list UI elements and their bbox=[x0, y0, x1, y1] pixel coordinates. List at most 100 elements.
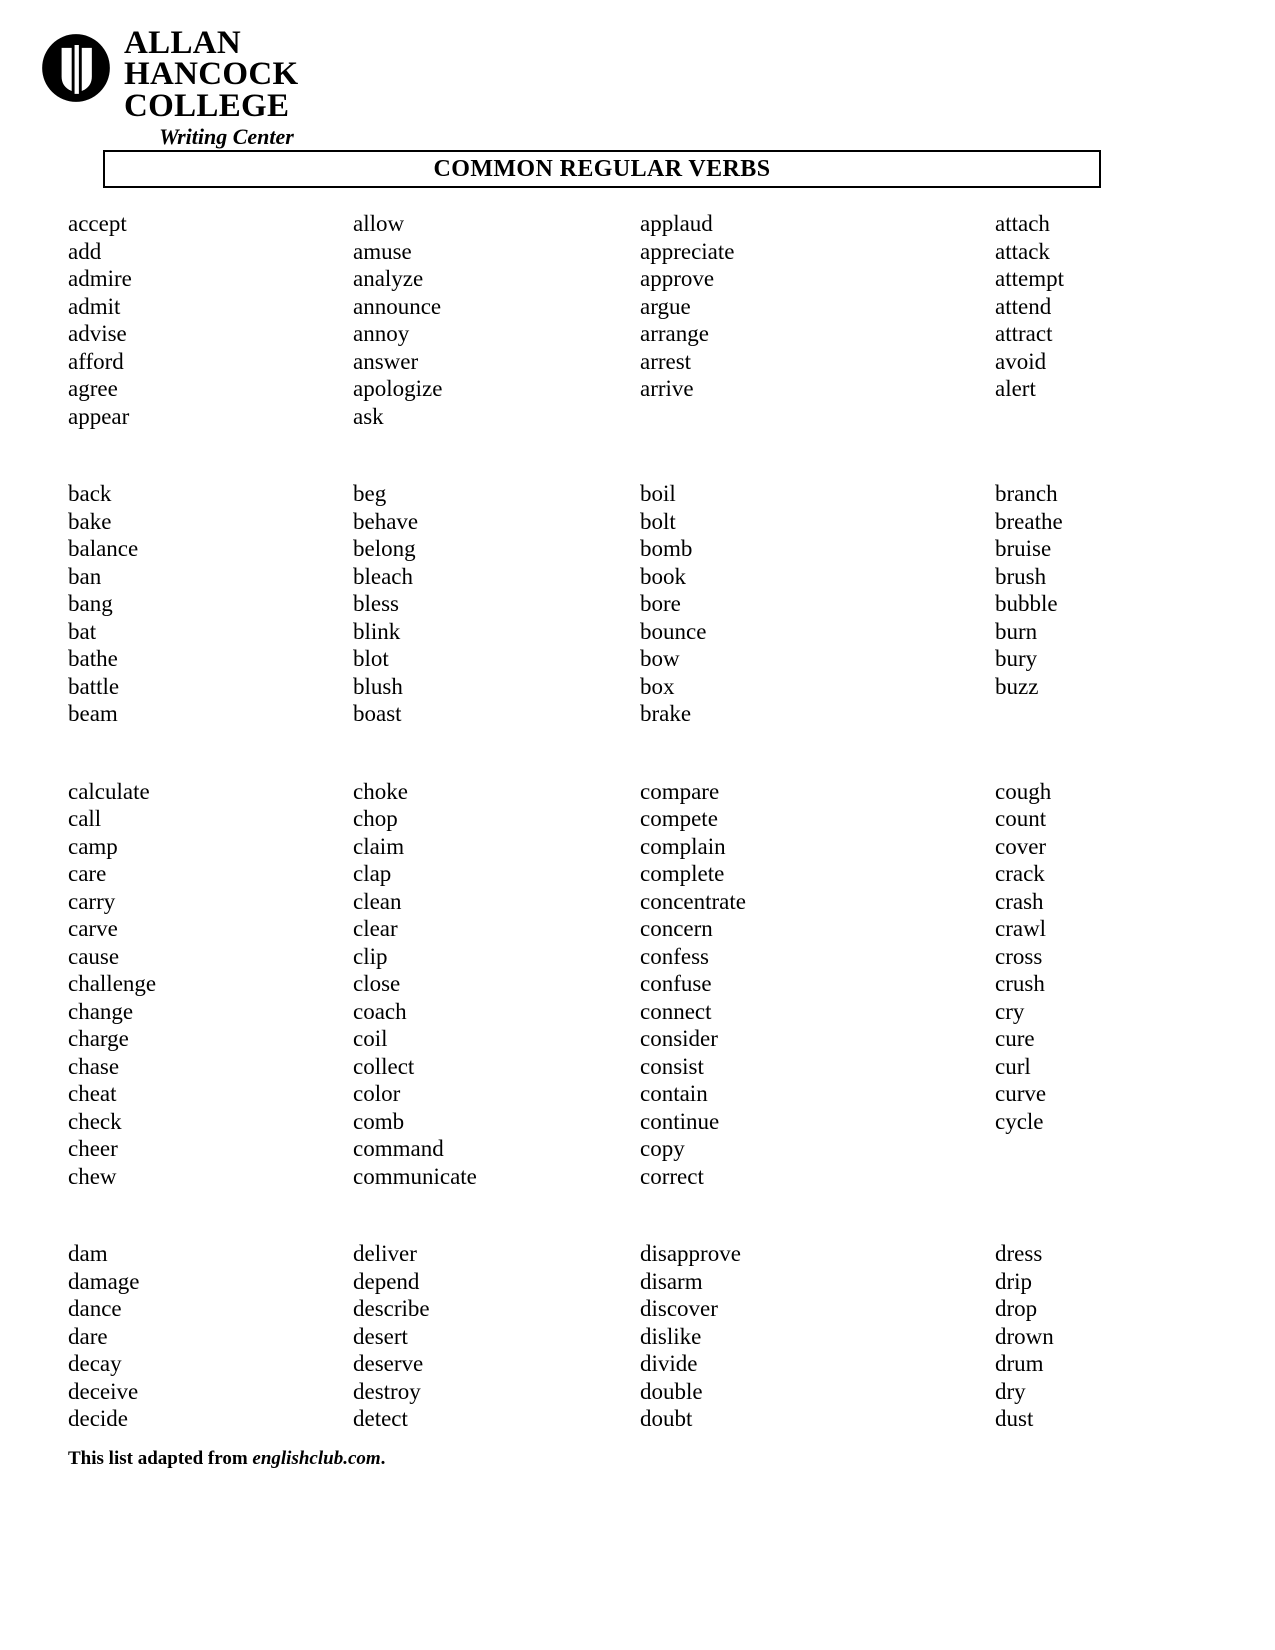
word-column: branch breathe bruise brush bubble burn bury bu… bbox=[995, 480, 1125, 728]
attribution-source: englishclub.com bbox=[252, 1448, 381, 1469]
logo-wordmark: ALLAN HANCOCK COLLEGE Writing Center bbox=[124, 25, 329, 150]
verb-word: communicate bbox=[353, 1163, 477, 1189]
word-column: dress drip drop drown drum dry dust bbox=[995, 1240, 1125, 1433]
verb-word: answer bbox=[353, 348, 419, 374]
verb-word: check bbox=[68, 1108, 122, 1134]
verb-word: balance bbox=[68, 536, 139, 561]
verb-word: accept bbox=[68, 211, 127, 236]
document-header: ALLAN HANCOCK COLLEGE Writing Center bbox=[40, 25, 329, 150]
source-attribution: This list adapted from englishclub.com. bbox=[68, 1448, 385, 1470]
verb-word: dislike bbox=[640, 1323, 702, 1349]
verb-word: admit bbox=[68, 293, 121, 319]
verb-word: deceive bbox=[68, 1378, 139, 1404]
verb-word: arrest bbox=[640, 348, 692, 374]
hancock-seal-icon bbox=[42, 34, 110, 102]
verb-word: discover bbox=[640, 1296, 718, 1321]
logo-line-allan: ALLAN bbox=[124, 25, 242, 61]
verb-word: attract bbox=[995, 321, 1053, 346]
verb-word: dance bbox=[68, 1296, 122, 1321]
verb-word: connect bbox=[640, 998, 712, 1024]
verb-word: change bbox=[68, 998, 134, 1024]
verb-word: boast bbox=[353, 701, 402, 726]
word-column: dam damage dance dare decay deceive decide bbox=[68, 1240, 353, 1433]
verb-word: bruise bbox=[995, 536, 1052, 561]
verb-word: dry bbox=[995, 1378, 1026, 1404]
verb-word: crash bbox=[995, 888, 1044, 914]
verb-word: confuse bbox=[640, 971, 712, 996]
verb-word: chase bbox=[68, 1053, 120, 1079]
verb-word: belong bbox=[353, 536, 416, 561]
verb-word: cover bbox=[995, 833, 1047, 859]
verb-word: disapprove bbox=[640, 1241, 741, 1266]
letter-group-c: calculate call camp care carry carve cause chal… bbox=[68, 778, 1128, 1191]
verb-word: afford bbox=[68, 348, 124, 374]
verb-word: burn bbox=[995, 618, 1038, 644]
verb-word: call bbox=[68, 806, 102, 831]
verb-word: brush bbox=[995, 563, 1047, 589]
verb-word: decide bbox=[68, 1406, 129, 1431]
verb-word: complete bbox=[640, 861, 725, 886]
verb-word: chew bbox=[68, 1163, 117, 1189]
verb-word: drip bbox=[995, 1268, 1033, 1294]
verb-word: back bbox=[68, 481, 112, 506]
verb-word: bake bbox=[68, 508, 112, 534]
page-title-box: COMMON REGULAR VERBS bbox=[103, 150, 1101, 188]
verb-word: analyze bbox=[353, 266, 424, 291]
verb-word: coach bbox=[353, 998, 407, 1024]
letter-group-a: accept add admire admit advise afford agree app… bbox=[68, 210, 1128, 430]
verb-word: blot bbox=[353, 646, 389, 671]
logo-line-college: COLLEGE bbox=[124, 87, 290, 124]
verb-word: blink bbox=[353, 618, 401, 644]
verb-word: cheer bbox=[68, 1136, 118, 1161]
verb-word: bomb bbox=[640, 536, 693, 561]
verb-word: color bbox=[353, 1081, 401, 1106]
verb-word: deliver bbox=[353, 1241, 417, 1266]
verb-word: confess bbox=[640, 943, 709, 969]
verb-word: coil bbox=[353, 1026, 388, 1051]
verb-word: apologize bbox=[353, 376, 443, 401]
verb-word: concentrate bbox=[640, 888, 746, 914]
verb-word: destroy bbox=[353, 1378, 421, 1404]
verb-word: bounce bbox=[640, 618, 707, 644]
verb-word: charge bbox=[68, 1026, 129, 1051]
word-column: attach attack attempt attend attract avoid ale… bbox=[995, 210, 1125, 430]
verb-word: challenge bbox=[68, 971, 157, 996]
verb-word: behave bbox=[353, 508, 419, 534]
verb-word: applaud bbox=[640, 211, 713, 236]
verb-word: appear bbox=[68, 403, 130, 429]
verb-word: attack bbox=[995, 238, 1050, 264]
word-column: accept add admire admit advise afford agree app… bbox=[68, 210, 353, 430]
verb-word: claim bbox=[353, 833, 405, 859]
verb-word: crack bbox=[995, 861, 1045, 886]
verb-word: clear bbox=[353, 916, 398, 941]
verb-word: book bbox=[640, 563, 686, 589]
page-title: COMMON REGULAR VERBS bbox=[433, 155, 771, 182]
verb-word: depend bbox=[353, 1268, 420, 1294]
logo-line-hancock: HANCOCK bbox=[124, 56, 299, 93]
verb-word: copy bbox=[640, 1136, 685, 1161]
verb-word: beam bbox=[68, 701, 118, 726]
word-column: calculate call camp care carry carve cause chal… bbox=[68, 778, 353, 1191]
verb-word: correct bbox=[640, 1163, 704, 1189]
verb-word: brake bbox=[640, 701, 692, 726]
verb-word: camp bbox=[68, 833, 118, 859]
verb-word: ask bbox=[353, 403, 384, 429]
verb-word: crawl bbox=[995, 916, 1047, 941]
verb-word: attach bbox=[995, 211, 1050, 236]
verb-word: advise bbox=[68, 321, 127, 346]
verb-word: allow bbox=[353, 211, 405, 236]
verb-word: close bbox=[353, 971, 401, 996]
word-column: boil bolt bomb book bore bounce bow box brake bbox=[640, 480, 995, 728]
verb-word: cause bbox=[68, 943, 120, 969]
verb-word: drum bbox=[995, 1351, 1044, 1376]
verb-word: dress bbox=[995, 1241, 1043, 1266]
verb-word: curl bbox=[995, 1053, 1031, 1079]
verb-word: bleach bbox=[353, 563, 414, 589]
verb-word: breathe bbox=[995, 508, 1063, 534]
verb-word: attempt bbox=[995, 266, 1064, 291]
word-column: compare compete complain complete concentrat… bbox=[640, 778, 995, 1191]
verb-word: concern bbox=[640, 916, 713, 941]
verb-word: cross bbox=[995, 943, 1043, 969]
word-column: cough count cover crack crash crawl cross crush… bbox=[995, 778, 1125, 1191]
verb-word: calculate bbox=[68, 778, 150, 804]
